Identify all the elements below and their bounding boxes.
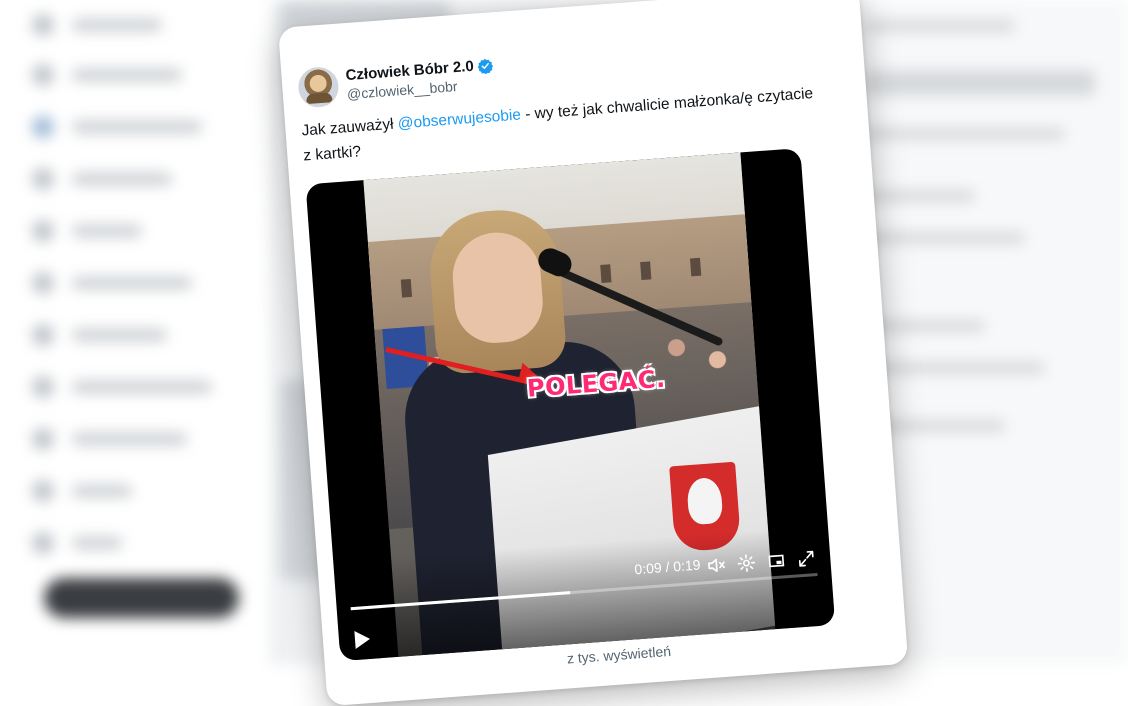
blurred-nav-item <box>32 168 172 190</box>
blurred-nav-item <box>32 116 202 138</box>
video-player[interactable]: POLEGAĆ. 0:09 / 0:19 <box>305 148 836 662</box>
volume-muted-icon[interactable] <box>706 555 727 576</box>
views-count: z tys. wyświetleń <box>566 642 672 667</box>
blurred-nav-item <box>32 532 122 554</box>
avatar[interactable] <box>297 65 340 109</box>
blurred-nav-item <box>32 376 212 398</box>
blurred-nav-item <box>32 64 182 86</box>
blurred-nav-item <box>32 480 132 502</box>
blurred-sidebar <box>18 0 248 664</box>
blurred-nav-item <box>32 272 192 294</box>
fullscreen-icon[interactable] <box>796 548 817 569</box>
video-time: 0:09 / 0:19 <box>633 556 702 578</box>
blurred-nav-item <box>32 324 167 346</box>
tweet-card[interactable]: ··· Człowiek Bóbr 2.0 @czlowiek__bobr Ja… <box>278 0 909 706</box>
blurred-nav-item <box>32 220 142 242</box>
gear-icon[interactable] <box>736 552 757 573</box>
blurred-post-button <box>44 578 239 618</box>
author-names: Człowiek Bóbr 2.0 @czlowiek__bobr <box>345 56 496 103</box>
verified-badge-icon <box>478 58 494 75</box>
blurred-nav-item <box>32 14 162 36</box>
tweet-text-before: Jak zauważył <box>300 115 399 140</box>
blurred-nav-item <box>32 428 187 450</box>
play-icon[interactable] <box>352 629 371 650</box>
mention-link[interactable]: @obserwujesobie <box>397 106 521 132</box>
tweet-header: Człowiek Bóbr 2.0 @czlowiek__bobr <box>297 54 496 109</box>
picture-in-picture-icon[interactable] <box>766 550 787 571</box>
progress-bar[interactable] <box>350 572 818 611</box>
progress-fill <box>350 591 571 611</box>
